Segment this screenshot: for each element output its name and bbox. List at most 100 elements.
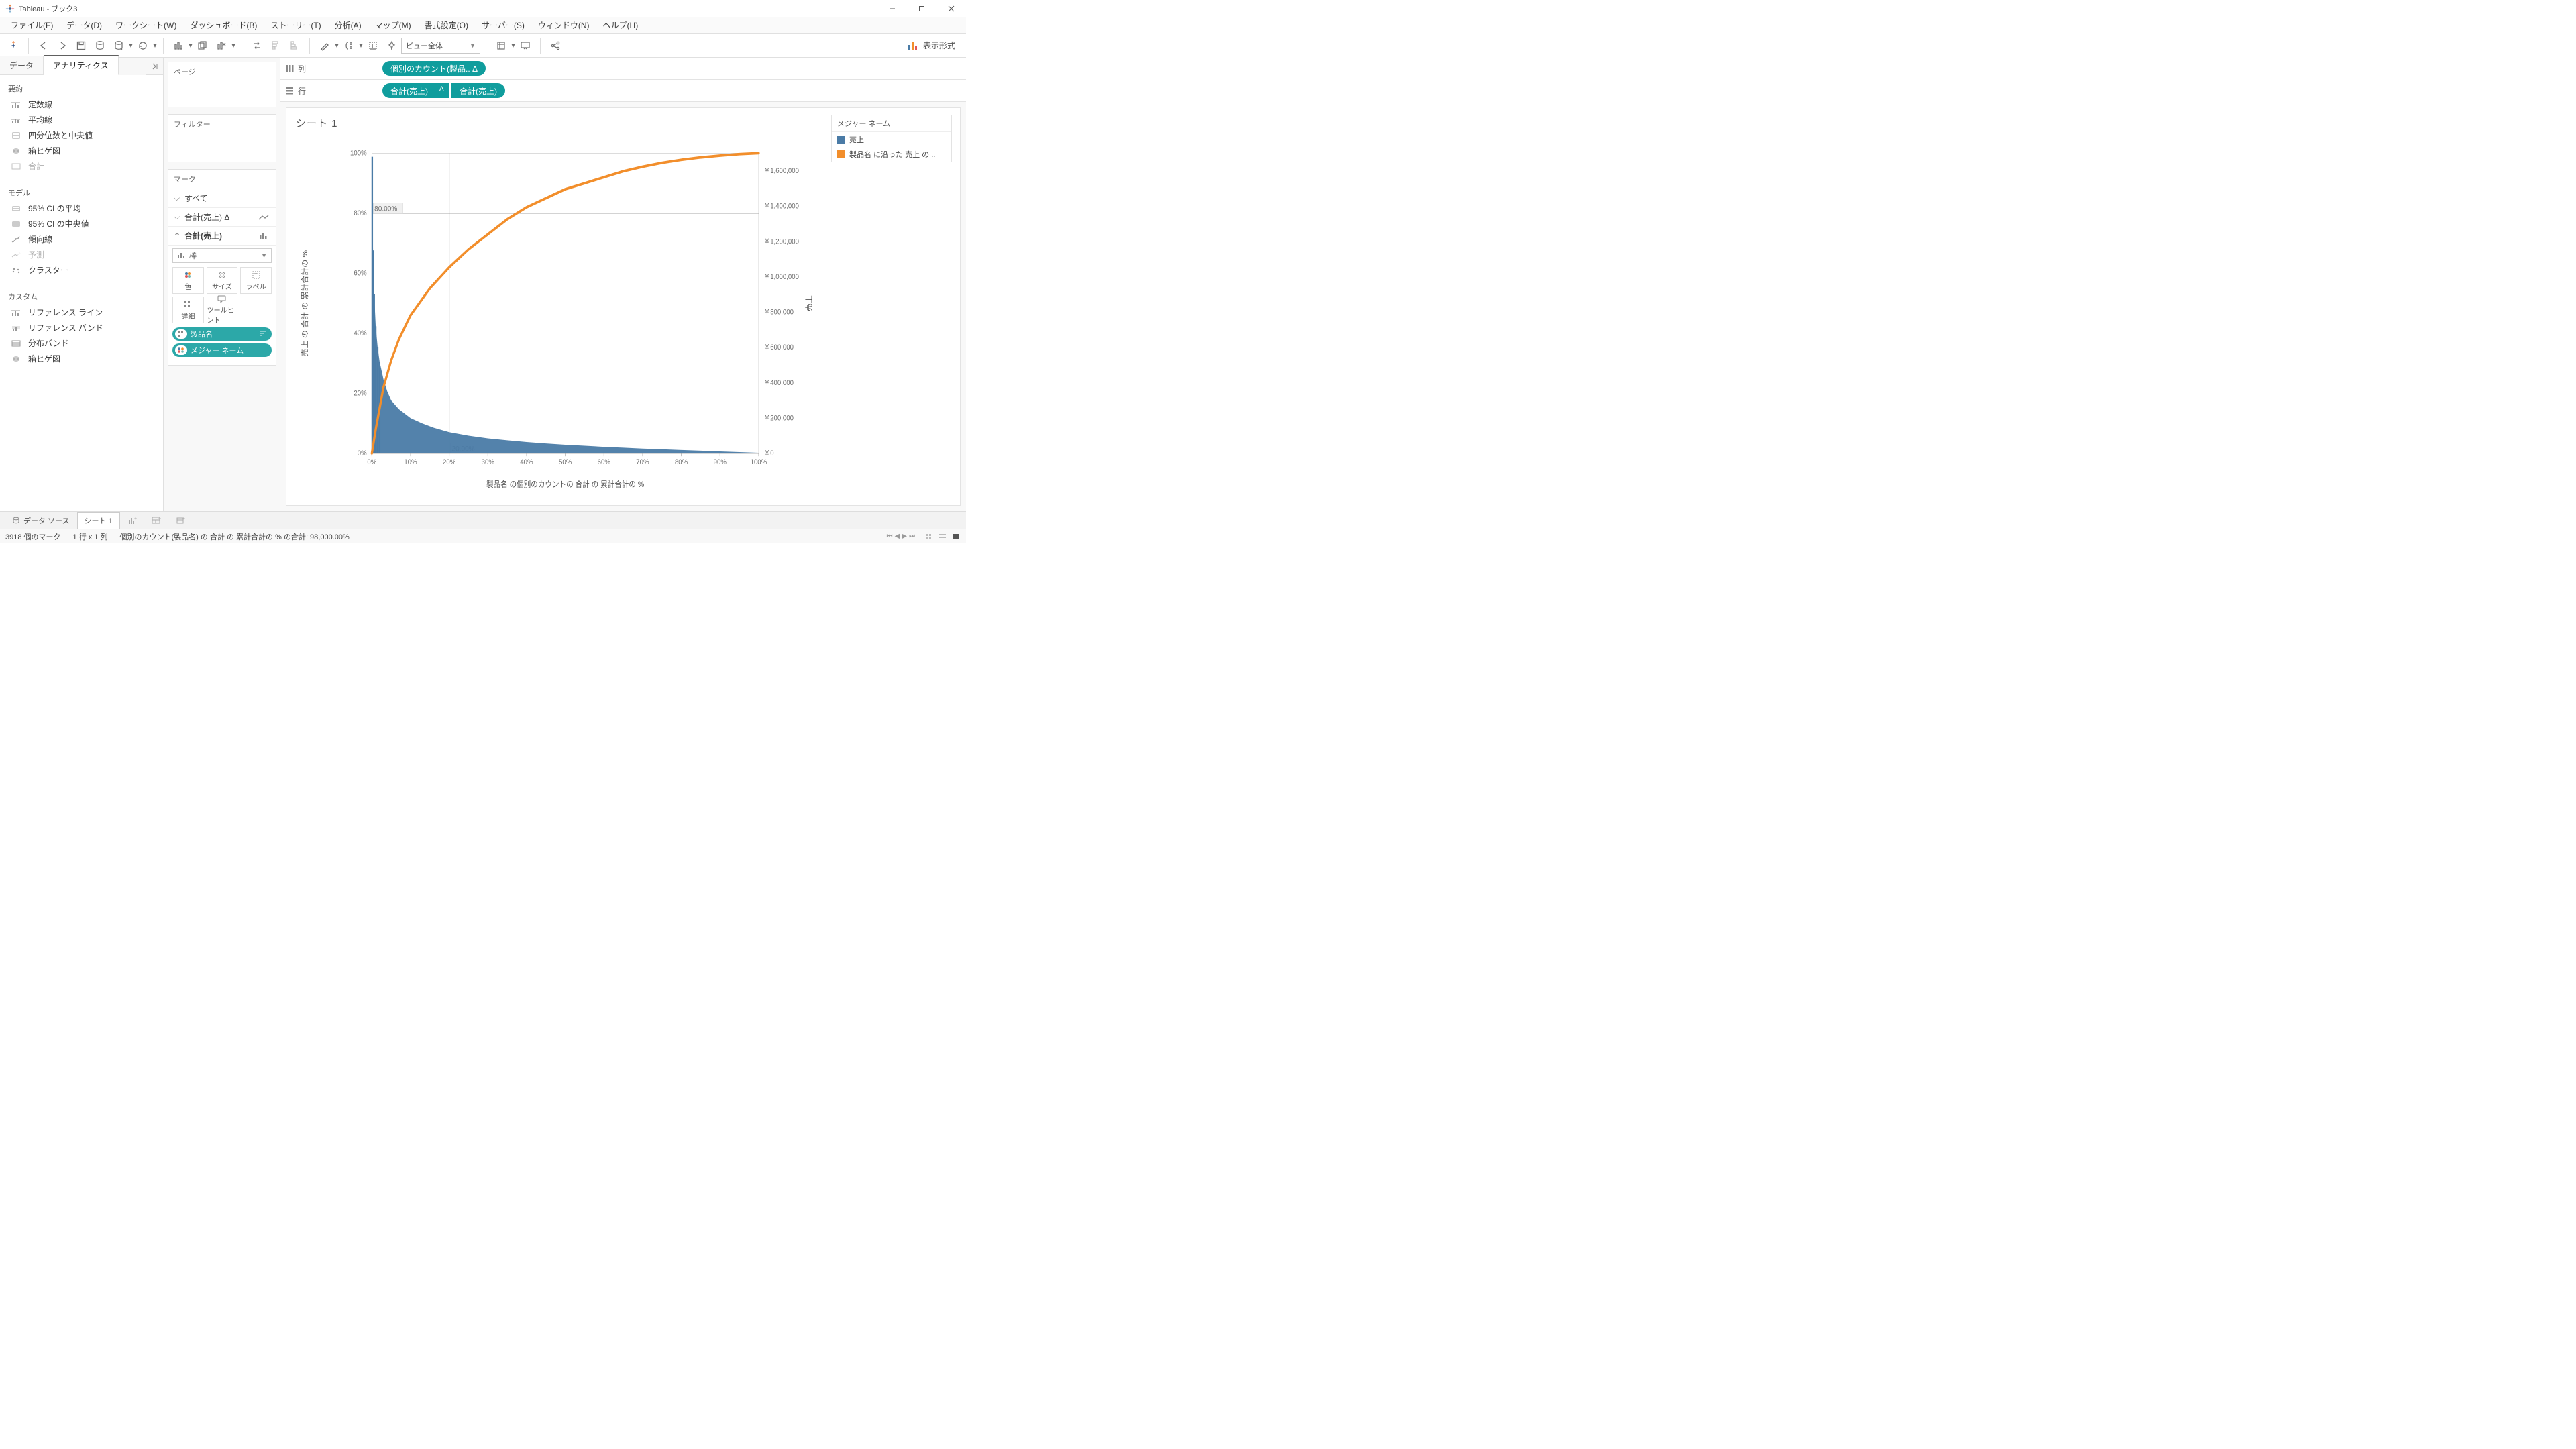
color-pill-measure-names[interactable]: メジャー ネーム [172,343,272,357]
analytics-ci-mean[interactable]: 95% CI の平均 [8,201,155,216]
window-minimize-button[interactable] [877,0,907,17]
marks-label[interactable]: Tラベル [240,267,272,294]
bottom-tabs: データ ソース シート 1 + + + [0,511,966,529]
clear-sheet-button[interactable] [212,36,231,55]
sort-asc-button[interactable] [266,36,285,55]
fit-dropdown[interactable]: ビュー全体▼ [401,38,480,54]
view-grid-icon[interactable] [924,533,934,541]
marks-color[interactable]: 色 [172,267,204,294]
menu-dashboard[interactable]: ダッシュボード(B) [183,17,264,33]
analytics-cluster[interactable]: クラスター [8,262,155,278]
save-button[interactable] [72,36,91,55]
sort-icon [260,330,268,339]
menu-map[interactable]: マップ(M) [368,17,418,33]
menu-story[interactable]: ストーリー(T) [264,17,327,33]
group-button[interactable] [339,36,358,55]
menu-format[interactable]: 書式設定(O) [418,17,475,33]
sheet-title[interactable]: シート 1 [294,115,823,133]
window-close-button[interactable] [936,0,966,17]
detail-pill-product[interactable]: 製品名 [172,327,272,341]
tab-analytics[interactable]: アナリティクス [44,55,119,75]
marks-sum-delta[interactable]: ⌵合計(売上) Δ [168,207,276,226]
rows-pill-1[interactable]: 合計(売上)Δ [382,83,449,98]
new-worksheet-button[interactable] [169,36,188,55]
marks-sum-active[interactable]: ⌃合計(売上) [168,226,276,245]
view-full-icon[interactable] [951,533,961,541]
svg-text:売上 の 合計 の 累計合計の %: 売上 の 合計 の 累計合計の % [301,250,309,356]
show-labels-button[interactable]: T [364,36,382,55]
presentation-button[interactable] [516,36,535,55]
swap-button[interactable] [248,36,266,55]
analytics-median-quartiles[interactable]: 四分位数と中央値 [8,127,155,143]
analytics-constant-line[interactable]: 定数線 [8,97,155,112]
menu-analysis[interactable]: 分析(A) [328,17,368,33]
legend[interactable]: メジャー ネーム 売上 製品名 に沿った 売上 の .. [831,115,952,162]
pages-shelf[interactable]: ページ [168,62,276,107]
tab-sheet1[interactable]: シート 1 [77,512,120,529]
tab-data[interactable]: データ [0,56,44,75]
side-collapse-button[interactable] [146,58,163,75]
redo-button[interactable] [53,36,72,55]
analytics-box-plot-custom[interactable]: 箱ヒゲ図 [8,351,155,366]
status-nav[interactable]: ⏮◀▶⏭ [887,533,915,540]
svg-text:￥1,600,000: ￥1,600,000 [764,168,800,176]
caret-icon[interactable]: ▾ [358,36,364,55]
menu-worksheet[interactable]: ワークシート(W) [109,17,183,33]
marks-size[interactable]: サイズ [207,267,238,294]
marks-tooltip[interactable]: ツールヒント [207,297,238,323]
caret-icon[interactable]: ▾ [152,36,158,55]
view-list-icon[interactable] [938,533,947,541]
undo-button[interactable] [34,36,53,55]
mark-type-dropdown[interactable]: 棒▼ [172,248,272,263]
refresh-button[interactable] [133,36,152,55]
tab-datasource[interactable]: データ ソース [4,512,77,529]
rows-shelf[interactable]: 行 合計(売上)Δ 合計(売上) [280,80,966,102]
share-button[interactable] [546,36,565,55]
menubar: ファイル(F) データ(D) ワークシート(W) ダッシュボード(B) ストーリ… [0,17,966,34]
caret-icon[interactable]: ▾ [511,36,516,55]
analytics-reference-line[interactable]: リファレンス ライン [8,305,155,320]
legend-item-running[interactable]: 製品名 に沿った 売上 の .. [832,147,951,162]
analytics-distribution-band[interactable]: 分布バンド [8,335,155,351]
new-dashboard-tab[interactable]: + [144,513,168,528]
svg-text:20%: 20% [354,390,366,398]
caret-icon[interactable]: ▾ [188,36,193,55]
show-me-button[interactable]: 表示形式 [900,40,962,52]
menu-server[interactable]: サーバー(S) [475,17,531,33]
marks-detail[interactable]: 詳細 [172,297,204,323]
menu-file[interactable]: ファイル(F) [4,17,60,33]
svg-text:80%: 80% [354,210,366,218]
menu-data[interactable]: データ(D) [60,17,109,33]
marks-all[interactable]: ⌵すべて [168,189,276,207]
analytics-box-plot[interactable]: 箱ヒゲ図 [8,143,155,158]
columns-shelf[interactable]: 列 個別のカウント(製品.. Δ [280,58,966,80]
pin-button[interactable] [382,36,401,55]
menu-help[interactable]: ヘルプ(H) [596,17,645,33]
line-type-icon [257,213,270,222]
new-datasource-button[interactable] [91,36,109,55]
legend-item-sales[interactable]: 売上 [832,132,951,147]
section-model: モデル [8,183,155,201]
analytics-average-line[interactable]: 平均線 [8,112,155,127]
rows-pill-2[interactable]: 合計(売上) [451,83,505,98]
sort-desc-button[interactable] [285,36,304,55]
chart-canvas[interactable]: 0%20%40%60%80%100%￥0￥200,000￥400,000￥600… [294,133,823,497]
caret-icon[interactable]: ▾ [128,36,133,55]
caret-icon[interactable]: ▾ [334,36,339,55]
analytics-ci-median[interactable]: 95% CI の中央値 [8,216,155,231]
new-worksheet-tab[interactable]: + [120,513,144,528]
analytics-trend-line[interactable]: 傾向線 [8,231,155,247]
columns-pill[interactable]: 個別のカウント(製品.. Δ [382,61,486,76]
new-story-tab[interactable]: + [168,513,193,528]
show-cards-button[interactable] [492,36,511,55]
duplicate-button[interactable] [193,36,212,55]
window-maximize-button[interactable] [907,0,936,17]
autosave-button[interactable] [109,36,128,55]
highlight-button[interactable] [315,36,334,55]
caret-icon[interactable]: ▾ [231,36,236,55]
menu-window[interactable]: ウィンドウ(N) [531,17,596,33]
analytics-reference-band[interactable]: リファレンス バンド [8,320,155,335]
filters-shelf[interactable]: フィルター [168,114,276,162]
tableau-home-button[interactable] [4,36,23,55]
chevron-icon [152,63,158,70]
